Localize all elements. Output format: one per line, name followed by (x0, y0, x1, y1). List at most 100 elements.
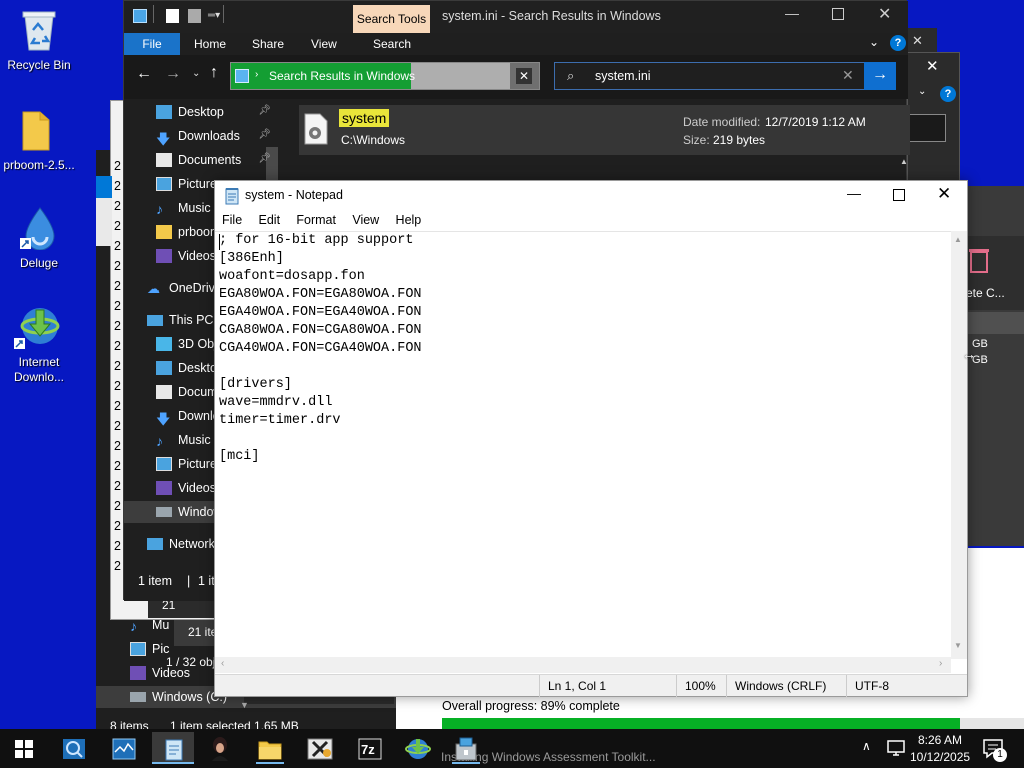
tray-clock[interactable]: 8:26 AM 10/12/2025 (910, 732, 970, 766)
close-button[interactable]: ✕ (878, 4, 891, 24)
folder-icon (156, 225, 172, 239)
internet-download-manager-icon (14, 308, 60, 349)
taskbar-7zip[interactable]: 7z (352, 732, 388, 764)
nav-item-videos-2[interactable]: Videos (156, 477, 216, 499)
pin-icon[interactable]: 📌︎ (258, 129, 271, 140)
desktop-icon-recycle-bin[interactable]: Recycle Bin (0, 6, 78, 78)
result-name: system (339, 109, 390, 127)
tab-file[interactable]: File (124, 33, 180, 55)
menu-view[interactable]: View (352, 213, 379, 227)
search-value: system.ini (595, 69, 651, 83)
nav-item-downloads[interactable]: 🡇 Downloads (156, 125, 240, 147)
running-indicator-2 (452, 762, 480, 764)
text-line: wave=mmdrv.dll (219, 395, 333, 410)
back-help-icon[interactable]: ? (940, 86, 956, 102)
pin-icon[interactable]: 📌︎ (258, 153, 271, 164)
taskbar-file-explorer[interactable] (252, 732, 288, 764)
search-tools-context-tab[interactable]: Search Tools (353, 5, 430, 35)
result-path: C:\Windows (341, 133, 406, 147)
back-search-box[interactable] (908, 114, 946, 142)
back-arrow-icon[interactable]: ← (136, 65, 152, 83)
ribbon-expand-icon[interactable]: ⌄ (869, 35, 879, 49)
file-explorer-icon (258, 741, 282, 760)
scroll-up-icon[interactable]: ▲ (954, 235, 962, 244)
desktop-icon-prboom[interactable]: prboom-2.5... (0, 108, 78, 180)
properties-icon[interactable] (166, 9, 179, 23)
notepad-lines: ; for 16-bit app support [386Enh] woafont=… (219, 232, 422, 466)
taskbar-task-manager[interactable] (106, 732, 142, 764)
nav-item-onedrive[interactable]: ☁ OneDrive (147, 277, 222, 299)
menu-edit[interactable]: Edit (259, 213, 281, 227)
taskbar-search[interactable] (56, 732, 92, 764)
clear-search-icon[interactable]: ✕ (842, 67, 854, 84)
maximize-button[interactable] (832, 8, 844, 20)
search-results-icon (235, 69, 249, 83)
new-folder-icon[interactable] (188, 9, 201, 23)
minimize-button[interactable]: — (785, 5, 799, 21)
nav-item-this-pc[interactable]: This PC (147, 309, 213, 331)
tray-chevron-up-icon[interactable]: ∧ (862, 739, 871, 753)
search-result-item[interactable]: system C:\Windows Date modified: 12/7/20… (299, 105, 910, 155)
search-go-button[interactable]: → (864, 62, 896, 90)
up-arrow-icon[interactable]: ↑ (210, 64, 218, 82)
search-icon: ⌕ (567, 68, 575, 83)
notepad-maximize-button[interactable] (893, 189, 905, 201)
content-scroll-up-icon[interactable]: ▲ (900, 157, 908, 167)
nav-item-documents[interactable]: Documents (156, 149, 241, 171)
stop-search-icon[interactable]: ✕ (516, 68, 532, 84)
7zip-icon: 7z (358, 738, 382, 760)
menu-help[interactable]: Help (396, 213, 422, 227)
search-input[interactable]: ⌕ system.ini ✕ (554, 62, 869, 90)
scroll-left-icon[interactable]: ‹ (221, 658, 224, 669)
nav-item-network[interactable]: Network (147, 533, 215, 555)
idm-label: Internet Downlo... (13, 355, 65, 384)
qat-divider (153, 5, 154, 23)
music-icon: ♪ (156, 201, 163, 217)
back-nav-music[interactable]: ♪ Mu (130, 614, 169, 636)
menu-file[interactable]: File (222, 213, 242, 227)
taskbar-installer[interactable] (448, 732, 484, 764)
taskbar-xming[interactable] (302, 732, 338, 764)
notepad-icon (225, 188, 239, 205)
qat-dropdown-icon[interactable]: ═▾ (208, 10, 220, 21)
notepad-text-area[interactable]: ; for 16-bit app support [386Enh] woafont=… (215, 231, 967, 661)
desktop-icon-deluge[interactable]: Deluge (0, 206, 78, 278)
taskbar-media-app[interactable] (202, 732, 238, 764)
network-tray-icon[interactable] (886, 739, 906, 757)
nav-item-prboom[interactable]: prboom (156, 221, 220, 243)
taskbar-idm[interactable] (400, 732, 436, 764)
tab-view[interactable]: View (311, 37, 337, 51)
back-nav-pictures[interactable]: Pic (130, 638, 169, 660)
scroll-down-icon[interactable]: ▼ (954, 641, 962, 650)
start-windows-icon[interactable] (15, 740, 33, 758)
notepad-minimize-button[interactable]: — (847, 185, 861, 201)
nav-item-music[interactable]: ♪ Music (156, 197, 211, 219)
chevron-down-icon[interactable]: ▼ (240, 700, 249, 710)
nav-item-music-2[interactable]: ♪ Music (156, 429, 211, 451)
tab-share[interactable]: Share (252, 37, 284, 51)
back-nav-videos[interactable]: Videos (130, 662, 190, 684)
notepad-menubar: File Edit Format View Help (222, 213, 434, 227)
tab-home[interactable]: Home (194, 37, 226, 51)
videos-icon (130, 666, 146, 680)
desktop-icon-idm[interactable]: Internet Downlo... (0, 304, 78, 388)
back-chevron-icon[interactable]: ⌄ (918, 86, 926, 97)
nav-item-desktop[interactable]: Desktop (156, 101, 224, 123)
pin-icon[interactable]: 📌︎ (258, 105, 271, 116)
notepad-hscrollbar[interactable]: ‹ › (215, 657, 951, 673)
notepad-vscrollbar[interactable]: ▲ ▼ (951, 231, 967, 659)
help-icon[interactable]: ? (890, 35, 906, 51)
taskbar-notepad[interactable] (152, 732, 194, 764)
address-bar[interactable]: › Search Results in Windows ✕ (230, 62, 540, 90)
tab-search[interactable]: Search (373, 37, 411, 51)
back-nav-windows[interactable]: Windows (C:) (130, 686, 227, 708)
back-close-icon-2[interactable]: ✕ (912, 33, 923, 49)
recent-locations-icon[interactable]: ⌄ (192, 68, 200, 79)
nav-item-videos[interactable]: Videos (156, 245, 216, 267)
forward-arrow-icon[interactable]: → (165, 65, 181, 83)
delete-icon[interactable] (968, 246, 990, 274)
notepad-close-button[interactable]: ✕ (937, 184, 951, 204)
scroll-right-icon[interactable]: › (939, 658, 942, 669)
menu-format[interactable]: Format (296, 213, 336, 227)
back-close-icon[interactable]: ✕ (926, 57, 939, 75)
